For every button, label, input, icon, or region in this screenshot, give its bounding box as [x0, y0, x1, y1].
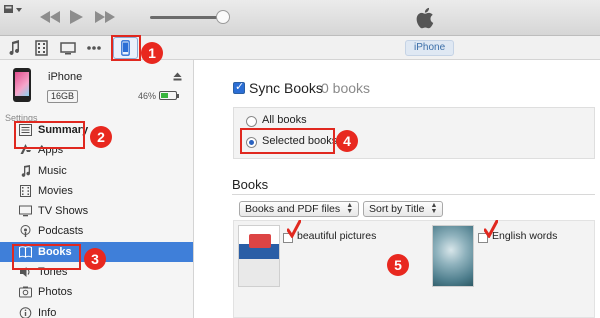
menu-icon[interactable]: [2, 3, 24, 17]
apple-logo-icon: [416, 7, 434, 29]
step-marker: 4: [336, 130, 358, 152]
sidebar-item-label: Info: [38, 306, 57, 318]
red-checkmark-icon: [287, 220, 301, 238]
step-marker: 3: [84, 248, 106, 270]
all-books-radio[interactable]: [246, 116, 257, 127]
sync-books-label: Sync Books: [249, 80, 323, 96]
sidebar-item-info[interactable]: Info: [0, 303, 193, 318]
player-toolbar: [0, 0, 600, 36]
movies-icon: [20, 184, 31, 197]
select-arrows-icon: ▲ ▼: [430, 202, 438, 215]
volume-slider[interactable]: [150, 16, 222, 19]
fast-forward-icon[interactable]: [93, 9, 117, 25]
capacity-badge: 16GB: [47, 90, 79, 103]
library-toolbar: iPhone: [0, 36, 600, 60]
volume-knob[interactable]: [216, 10, 230, 24]
podcasts-icon: [20, 225, 31, 238]
battery-icon: [159, 91, 179, 100]
book-cover-english-words[interactable]: [432, 225, 474, 287]
device-thumbnail: [13, 68, 31, 102]
sidebar-item-movies[interactable]: Movies: [0, 181, 193, 201]
step-marker: 2: [90, 126, 112, 148]
step-marker: 5: [387, 254, 409, 276]
sidebar-item-label: Photos: [38, 286, 73, 299]
eject-icon[interactable]: [173, 72, 182, 81]
select-arrows-icon: ▲ ▼: [346, 202, 354, 215]
device-pill[interactable]: iPhone: [405, 40, 455, 56]
step-marker: 1: [141, 42, 163, 64]
sort-select[interactable]: Sort by Title ▲ ▼: [363, 201, 444, 217]
battery-percent: 46%: [138, 91, 157, 101]
settings-nav: Summary Apps Music Movies TV Shows Podca…: [0, 120, 193, 318]
books-filter-select[interactable]: Books and PDF files ▲ ▼: [239, 201, 360, 217]
books-filter-value: Books and PDF files: [245, 203, 341, 215]
sidebar-item-music[interactable]: Music: [0, 161, 193, 181]
divider: [232, 194, 595, 195]
sidebar-item-label: TV Shows: [38, 205, 89, 218]
highlight-books: [12, 244, 81, 270]
sidebar-item-label: Podcasts: [38, 225, 84, 238]
sidebar-item-tv-shows[interactable]: TV Shows: [0, 201, 193, 221]
book-title: English words: [492, 230, 558, 242]
books-heading: Books: [232, 177, 269, 192]
book-title: beautiful pictures: [297, 230, 377, 242]
photos-icon: [19, 286, 32, 298]
highlight-summary: [14, 121, 85, 149]
red-checkmark-icon: [484, 220, 498, 238]
sidebar-item-podcasts[interactable]: Podcasts: [0, 221, 193, 241]
sync-books-count: 0 books: [321, 80, 371, 96]
play-icon[interactable]: [67, 9, 85, 25]
device-name: iPhone: [48, 71, 83, 83]
rewind-icon[interactable]: [38, 9, 62, 25]
book-cover-beautiful-pictures[interactable]: [238, 225, 280, 287]
sidebar-item-label: Music: [38, 164, 67, 177]
tv-icon[interactable]: [60, 40, 76, 56]
books-settings-panel: Sync Books 0 books All books Selected bo…: [195, 60, 600, 318]
highlight-device-button: [111, 35, 141, 61]
movies-icon[interactable]: [35, 40, 48, 56]
highlight-selected-books: [240, 128, 335, 154]
info-icon: [19, 306, 32, 318]
sync-books-checkbox[interactable]: [233, 80, 245, 94]
device-sidebar: iPhone 16GB 46% Settings Summary Apps Mu…: [0, 60, 194, 318]
music-note-icon[interactable]: [8, 40, 20, 56]
sidebar-item-photos[interactable]: Photos: [0, 282, 193, 302]
tv-icon: [19, 205, 32, 217]
sidebar-item-label: Movies: [38, 184, 73, 197]
cover-image: [249, 234, 271, 248]
sort-value: Sort by Title: [369, 203, 425, 215]
music-icon: [21, 164, 31, 177]
all-books-label: All books: [262, 114, 307, 126]
more-icon[interactable]: [86, 40, 102, 56]
